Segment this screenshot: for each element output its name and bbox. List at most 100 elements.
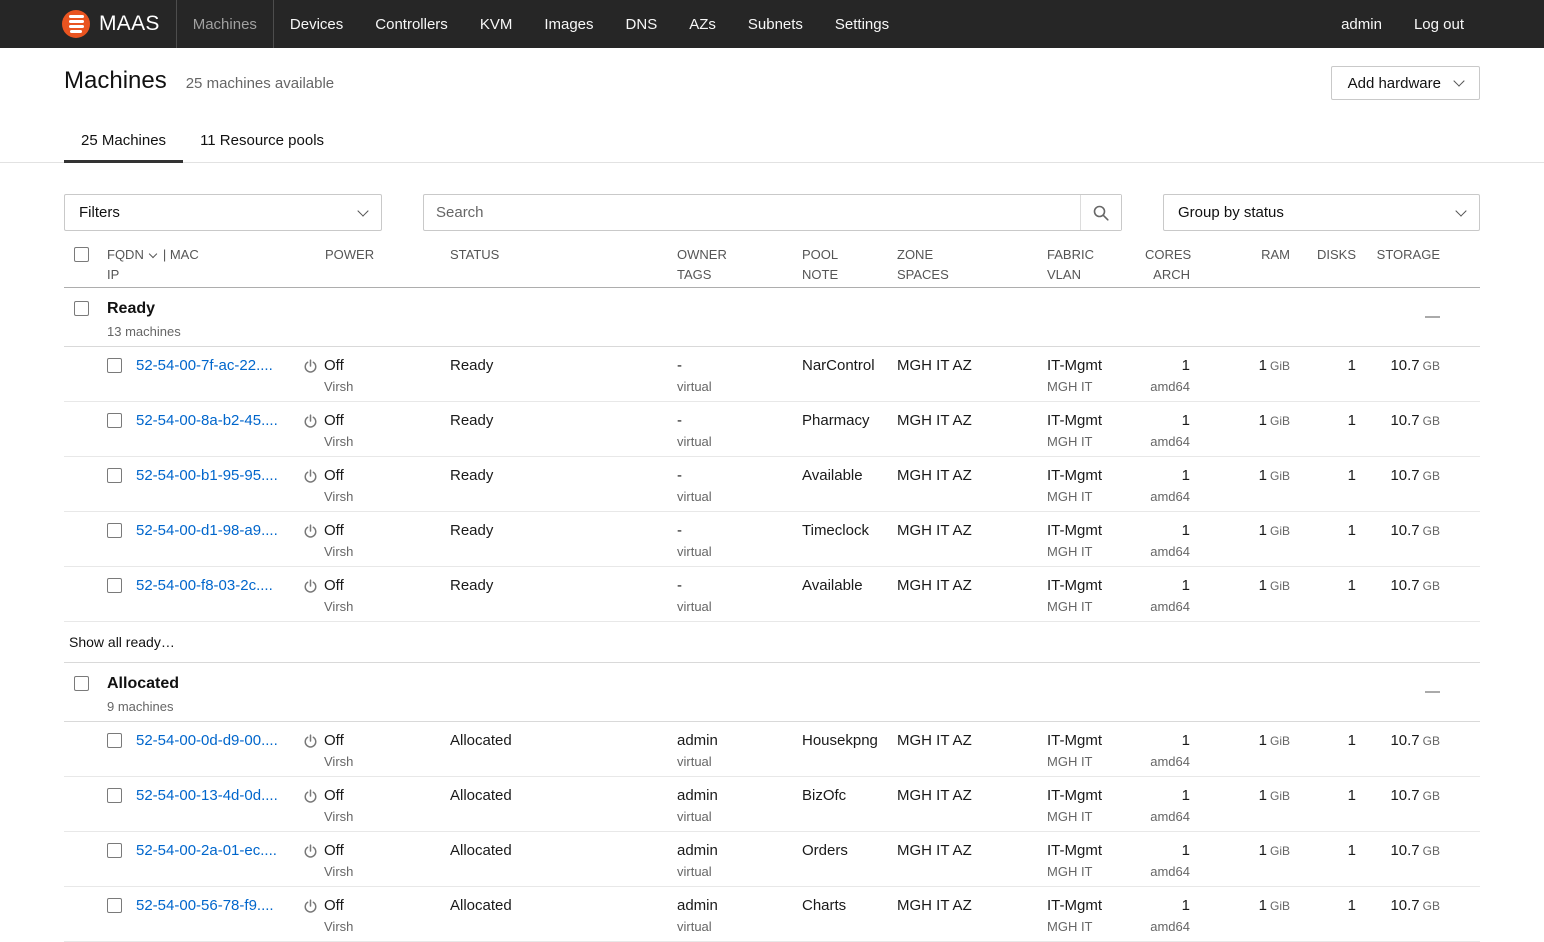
- arch: amd64: [1150, 806, 1190, 828]
- nav-item-subnets[interactable]: Subnets: [732, 0, 819, 48]
- owner: -: [677, 576, 795, 596]
- nav-item-admin[interactable]: admin: [1325, 0, 1398, 48]
- power-state: Off: [324, 521, 353, 541]
- table-header-row: FQDN| MAC IP POWER STATUS OWNER TAGS POO…: [64, 246, 1480, 288]
- tags: virtual: [677, 806, 795, 828]
- column-header-disks[interactable]: DISKS: [1292, 246, 1360, 283]
- column-header-owner[interactable]: OWNER: [677, 246, 795, 263]
- machine-fqdn-link[interactable]: 52-54-00-f8-03-2c....: [136, 576, 273, 596]
- machine-fqdn-link[interactable]: 52-54-00-8a-b2-45....: [136, 411, 278, 431]
- cores: 1: [1182, 466, 1190, 486]
- group-select-checkbox[interactable]: [74, 676, 89, 691]
- fabric: IT-Mgmt: [1047, 841, 1145, 861]
- column-header-status[interactable]: STATUS: [445, 246, 660, 283]
- power-off-icon: [303, 521, 318, 539]
- column-header-note[interactable]: NOTE: [802, 266, 890, 283]
- show-all-ready-link[interactable]: Show all ready…: [64, 622, 1480, 663]
- machine-fqdn-link[interactable]: 52-54-00-2a-01-ec....: [136, 841, 277, 861]
- power-type: Virsh: [324, 596, 353, 618]
- ram-value: 1: [1259, 412, 1267, 429]
- power-off-icon: [303, 356, 318, 374]
- sort-descending-icon: [149, 250, 157, 258]
- filters-label: Filters: [79, 204, 120, 221]
- ram-unit: GiB: [1270, 789, 1290, 803]
- nav-item-images[interactable]: Images: [528, 0, 609, 48]
- group-collapse-toggle[interactable]: —: [1360, 299, 1456, 346]
- column-header-tags[interactable]: TAGS: [677, 266, 795, 283]
- pool: Available: [802, 467, 863, 484]
- nav-item-dns[interactable]: DNS: [610, 0, 674, 48]
- nav-item-azs[interactable]: AZs: [673, 0, 732, 48]
- machine-row: 52-54-00-2a-01-ec.... Off Virsh Allocate…: [64, 832, 1480, 887]
- nav-item-machines[interactable]: Machines: [176, 0, 274, 48]
- row-checkbox[interactable]: [107, 788, 122, 803]
- group-by-dropdown[interactable]: Group by status: [1163, 194, 1480, 231]
- search-button[interactable]: [1080, 195, 1121, 230]
- tab-resource-pools[interactable]: 11 Resource pools: [183, 122, 341, 162]
- power-type: Virsh: [324, 431, 353, 453]
- tags: virtual: [677, 596, 795, 618]
- storage-value: 10.7: [1390, 732, 1419, 749]
- column-header-vlan[interactable]: VLAN: [1047, 266, 1145, 283]
- add-hardware-button[interactable]: Add hardware: [1331, 66, 1480, 100]
- nav-item-controllers[interactable]: Controllers: [359, 0, 464, 48]
- filters-dropdown[interactable]: Filters: [64, 194, 382, 231]
- column-header-storage[interactable]: STORAGE: [1360, 246, 1456, 283]
- row-checkbox[interactable]: [107, 523, 122, 538]
- storage-unit: GB: [1423, 524, 1440, 538]
- tags: virtual: [677, 376, 795, 398]
- row-checkbox[interactable]: [107, 358, 122, 373]
- power-state: Off: [324, 466, 353, 486]
- machine-fqdn-link[interactable]: 52-54-00-56-78-f9....: [136, 896, 274, 916]
- ram-value: 1: [1259, 732, 1267, 749]
- nav-item-devices[interactable]: Devices: [274, 0, 359, 48]
- owner: admin: [677, 786, 795, 806]
- group-collapse-toggle[interactable]: —: [1360, 674, 1456, 721]
- machine-fqdn-link[interactable]: 52-54-00-b1-95-95....: [136, 466, 278, 486]
- column-header-fabric[interactable]: FABRIC: [1047, 246, 1145, 263]
- status-label: Ready: [450, 467, 493, 484]
- row-checkbox[interactable]: [107, 898, 122, 913]
- group-count: 9 machines: [107, 699, 1360, 714]
- column-header-pool[interactable]: POOL: [802, 246, 890, 263]
- ram-unit: GiB: [1270, 899, 1290, 913]
- column-header-zone[interactable]: ZONE: [897, 246, 1040, 263]
- maas-brand[interactable]: MAAS: [0, 0, 176, 48]
- row-checkbox[interactable]: [107, 733, 122, 748]
- status-label: Ready: [450, 577, 493, 594]
- status-label: Ready: [450, 412, 493, 429]
- column-header-fqdn-mac[interactable]: FQDN| MAC: [107, 246, 300, 263]
- select-all-checkbox[interactable]: [74, 247, 89, 262]
- column-header-arch[interactable]: ARCH: [1145, 266, 1190, 283]
- power-state: Off: [324, 731, 353, 751]
- controls-row: Filters Group by status: [64, 194, 1480, 231]
- pool: Charts: [802, 897, 846, 914]
- nav-item-logout[interactable]: Log out: [1398, 0, 1480, 48]
- tab-machines[interactable]: 25 Machines: [64, 122, 183, 163]
- group-name: Allocated: [107, 674, 1360, 694]
- machine-fqdn-link[interactable]: 52-54-00-d1-98-a9....: [136, 521, 278, 541]
- column-header-power[interactable]: POWER: [300, 246, 445, 283]
- column-header-spaces[interactable]: SPACES: [897, 266, 1040, 283]
- arch: amd64: [1150, 916, 1190, 938]
- row-checkbox[interactable]: [107, 843, 122, 858]
- group-select-checkbox[interactable]: [74, 301, 89, 316]
- zone: MGH IT AZ: [897, 576, 1040, 596]
- row-checkbox[interactable]: [107, 578, 122, 593]
- machine-fqdn-link[interactable]: 52-54-00-13-4d-0d....: [136, 786, 278, 806]
- nav-item-settings[interactable]: Settings: [819, 0, 905, 48]
- cores: 1: [1182, 576, 1190, 596]
- machine-fqdn-link[interactable]: 52-54-00-7f-ac-22....: [136, 356, 273, 376]
- power-off-icon: [303, 896, 318, 914]
- row-checkbox[interactable]: [107, 413, 122, 428]
- power-off-icon: [303, 411, 318, 429]
- machine-fqdn-link[interactable]: 52-54-00-0d-d9-00....: [136, 731, 278, 751]
- storage-unit: GB: [1423, 579, 1440, 593]
- top-navigation: MAAS Machines Devices Controllers KVM Im…: [0, 0, 1544, 48]
- search-input[interactable]: [424, 195, 1080, 230]
- row-checkbox[interactable]: [107, 468, 122, 483]
- column-header-ram[interactable]: RAM: [1195, 246, 1292, 283]
- column-header-ip[interactable]: IP: [107, 266, 300, 283]
- column-header-cores[interactable]: CORES: [1145, 246, 1190, 263]
- nav-item-kvm[interactable]: KVM: [464, 0, 529, 48]
